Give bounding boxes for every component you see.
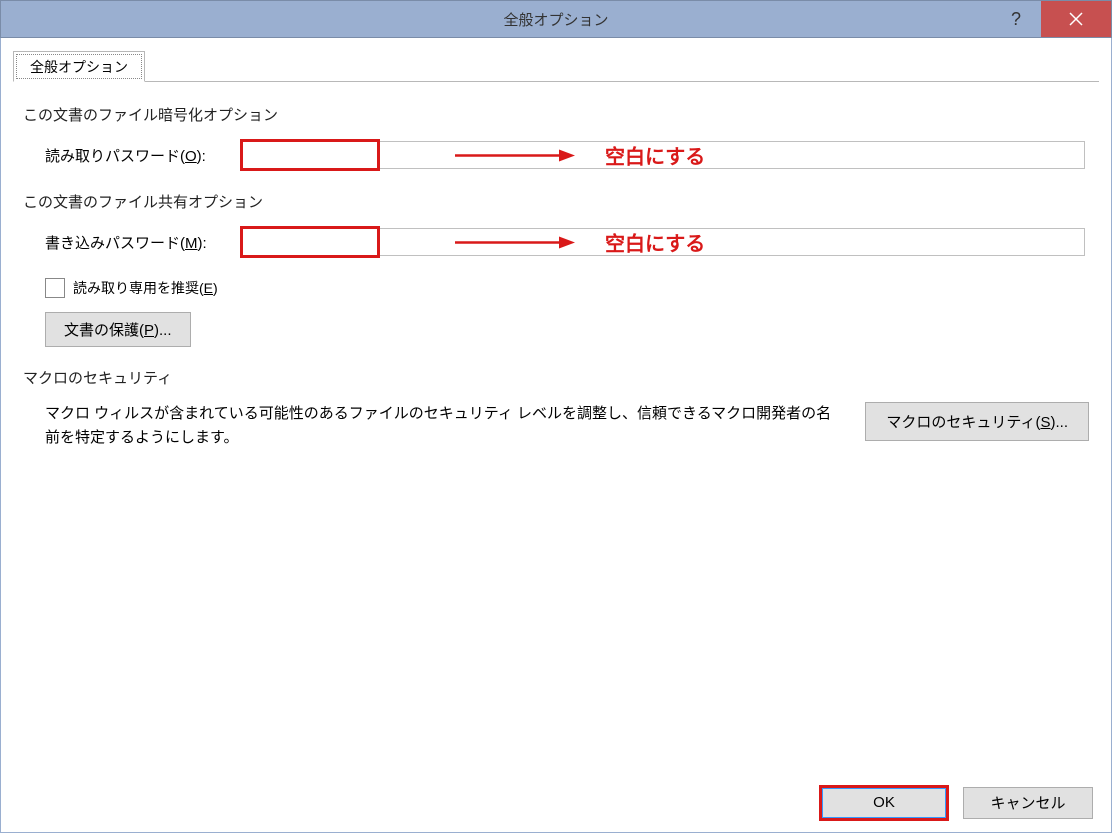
titlebar: 全般オプション ? [0, 0, 1112, 38]
macro-security-button[interactable]: マクロのセキュリティ(S)... [865, 402, 1089, 441]
section-sharing-title: この文書のファイル共有オプション [23, 191, 1089, 212]
readonly-checkbox-label: 読み取り専用を推奨(E) [73, 278, 218, 298]
read-password-input-ext[interactable] [380, 141, 1085, 169]
tab-row: 全般オプション [13, 50, 1099, 82]
titlebar-controls: ? [991, 1, 1111, 37]
readonly-checkbox[interactable] [45, 278, 65, 298]
section-encryption-title: この文書のファイル暗号化オプション [23, 104, 1089, 125]
close-icon [1069, 12, 1083, 26]
section-macro-title: マクロのセキュリティ [23, 367, 1089, 388]
dialog-footer: OK キャンセル [0, 773, 1112, 833]
tab-general-options[interactable]: 全般オプション [13, 51, 145, 82]
read-password-input[interactable] [240, 139, 380, 171]
tab-content: この文書のファイル暗号化オプション 読み取りパスワード(O): 空白にする この… [13, 82, 1099, 460]
write-password-input[interactable] [240, 226, 380, 258]
read-password-row: 読み取りパスワード(O): 空白にする [45, 139, 1089, 171]
macro-row: マクロ ウィルスが含まれている可能性のあるファイルのセキュリティ レベルを調整し… [45, 402, 1089, 450]
macro-section: マクロのセキュリティ マクロ ウィルスが含まれている可能性のあるファイルのセキュ… [23, 367, 1089, 450]
readonly-checkbox-row: 読み取り専用を推奨(E) [45, 278, 1089, 298]
dialog-body: 全般オプション この文書のファイル暗号化オプション 読み取りパスワード(O): … [0, 38, 1112, 773]
protect-document-button[interactable]: 文書の保護(P)... [45, 312, 191, 347]
help-button[interactable]: ? [991, 1, 1041, 37]
ok-button-label: OK [822, 788, 946, 818]
write-password-label: 書き込みパスワード(M): [45, 232, 240, 253]
cancel-button[interactable]: キャンセル [963, 787, 1093, 819]
write-password-row: 書き込みパスワード(M): 空白にする [45, 226, 1089, 258]
help-icon: ? [1011, 9, 1021, 30]
read-password-label: 読み取りパスワード(O): [45, 145, 240, 166]
ok-button[interactable]: OK [819, 785, 949, 821]
dialog-title: 全般オプション [503, 9, 608, 30]
write-password-input-ext[interactable] [380, 228, 1085, 256]
macro-description: マクロ ウィルスが含まれている可能性のあるファイルのセキュリティ レベルを調整し… [45, 402, 865, 450]
close-button[interactable] [1041, 1, 1111, 37]
